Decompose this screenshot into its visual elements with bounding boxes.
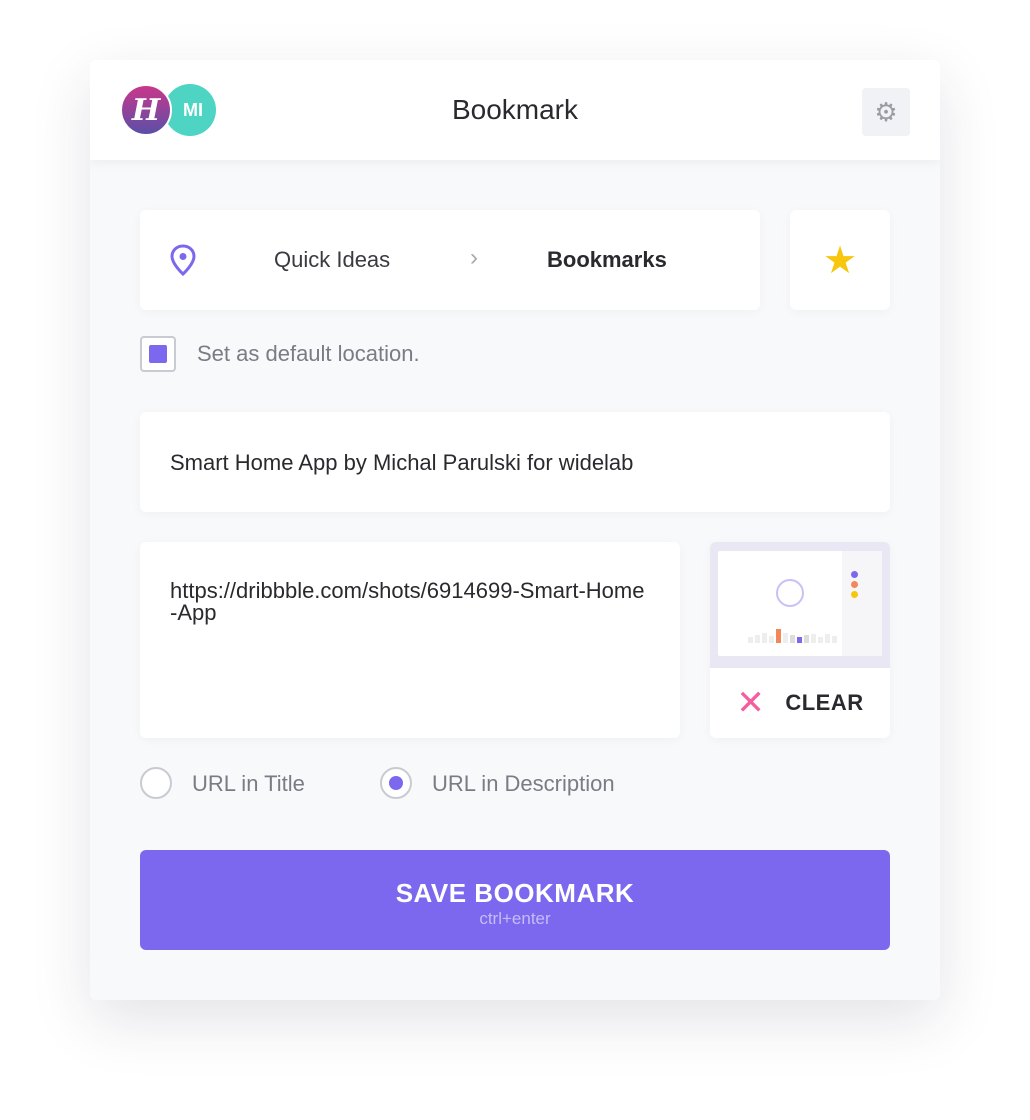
close-icon: ✕	[736, 684, 766, 722]
favorite-star-button[interactable]: ★	[790, 210, 890, 310]
clear-thumbnail-button[interactable]: ✕ CLEAR	[710, 668, 890, 738]
breadcrumb-space[interactable]: Quick Ideas	[274, 247, 390, 273]
star-icon: ★	[822, 239, 858, 282]
header: H MI Bookmark ⚙	[90, 60, 940, 160]
location-pin-icon	[170, 244, 196, 276]
url-in-title-radio[interactable]	[140, 767, 172, 799]
bookmark-url-input[interactable]: https://dribbble.com/shots/6914699-Smart…	[140, 542, 680, 738]
url-in-description-label[interactable]: URL in Description	[432, 771, 615, 797]
thumbnail-preview: ✕ CLEAR	[710, 542, 890, 738]
thumbnail-image	[710, 542, 890, 668]
breadcrumb-list[interactable]: Bookmarks	[547, 247, 667, 273]
url-in-title-label[interactable]: URL in Title	[192, 771, 305, 797]
default-location-label: Set as default location.	[197, 341, 420, 366]
save-label: SAVE BOOKMARK	[395, 878, 635, 908]
bookmark-title-input[interactable]: Smart Home App by Michal Parulski for wi…	[140, 412, 890, 512]
save-shortcut-hint: ctrl+enter	[479, 909, 551, 928]
chevron-right-icon: ›	[470, 244, 478, 271]
clear-label: CLEAR	[785, 690, 864, 715]
page-title: Bookmark	[451, 94, 579, 125]
bookmark-panel: H MI Bookmark ⚙ Quick Ideas › Bookmarks …	[90, 60, 940, 1000]
url-in-description-radio[interactable]	[380, 767, 412, 799]
default-location-checkbox[interactable]	[140, 336, 176, 372]
settings-gear-icon[interactable]: ⚙	[862, 88, 910, 136]
location-selector[interactable]: Quick Ideas › Bookmarks	[140, 210, 760, 310]
save-bookmark-button[interactable]: SAVE BOOKMARK ctrl+enter	[140, 850, 890, 950]
workspace-logo[interactable]: H	[120, 84, 172, 136]
